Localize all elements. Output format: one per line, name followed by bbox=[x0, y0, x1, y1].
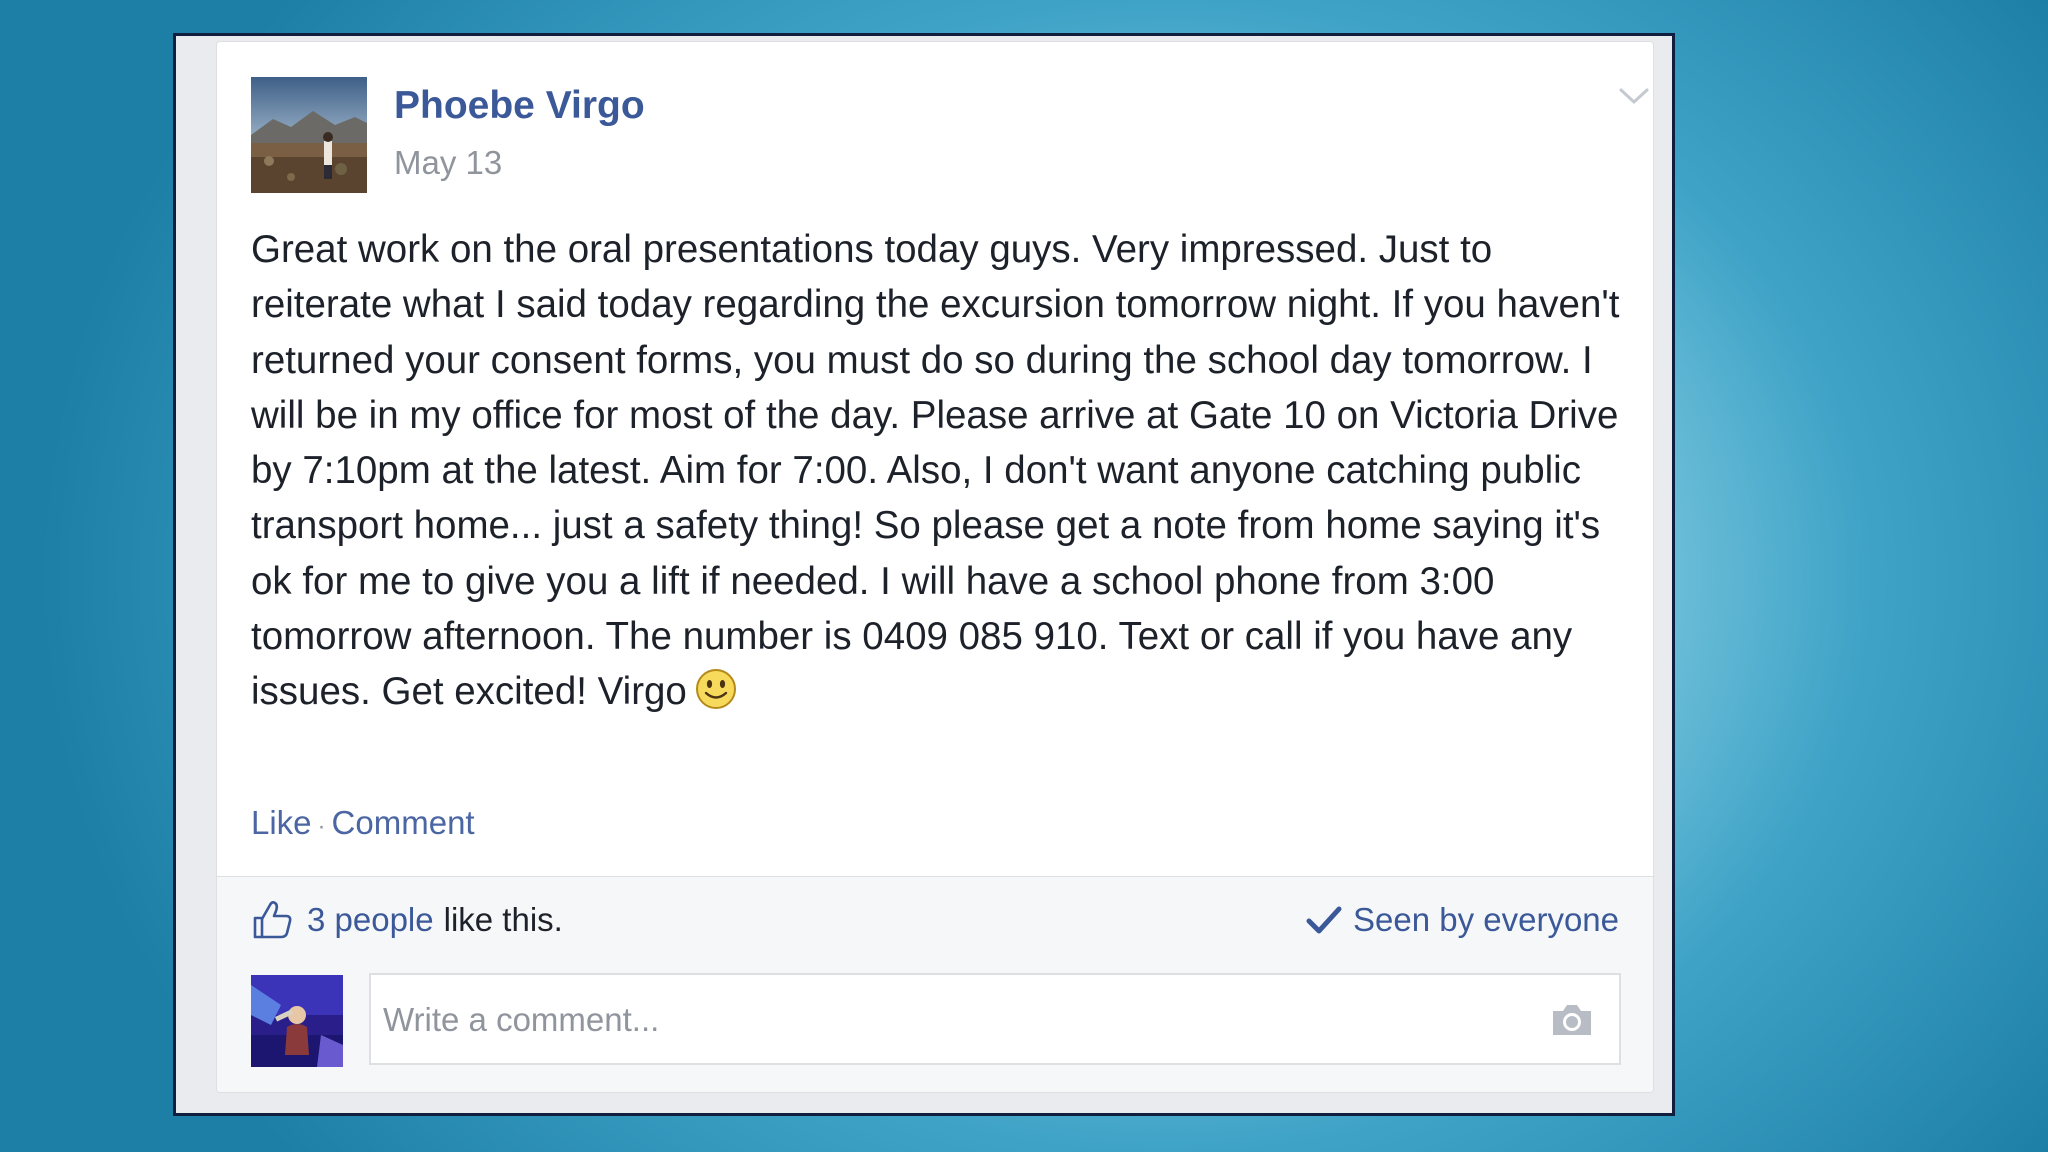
post-actions: Like · Comment bbox=[251, 804, 475, 842]
comment-box bbox=[369, 973, 1621, 1065]
action-separator: · bbox=[317, 813, 326, 840]
likes-suffix: like this. bbox=[443, 901, 563, 938]
comment-input[interactable] bbox=[381, 975, 1545, 1065]
facebook-post-card: Phoebe Virgo May 13 Great work on the or… bbox=[216, 41, 1654, 1093]
commenter-avatar[interactable] bbox=[251, 975, 343, 1067]
smiley-face-icon bbox=[695, 669, 736, 710]
chevron-down-icon[interactable] bbox=[1617, 84, 1651, 108]
audience-indicator[interactable]: Seen by everyone bbox=[1305, 895, 1619, 945]
post-body-text: Great work on the oral presentations tod… bbox=[251, 228, 1620, 714]
checkmark-icon bbox=[1306, 906, 1342, 934]
audience-label: Seen by everyone bbox=[1352, 901, 1619, 938]
likes-count-link[interactable]: 3 people bbox=[307, 901, 434, 939]
thumbs-up-icon bbox=[253, 901, 292, 939]
post-body: Great work on the oral presentations tod… bbox=[251, 222, 1641, 720]
comment-link[interactable]: Comment bbox=[332, 804, 475, 841]
post-author-name[interactable]: Phoebe Virgo bbox=[394, 84, 645, 128]
author-avatar[interactable] bbox=[251, 77, 367, 193]
post-footer: 3 people like this. Seen by everyone bbox=[217, 876, 1653, 1092]
screenshot-frame: Phoebe Virgo May 13 Great work on the or… bbox=[173, 33, 1675, 1116]
like-link[interactable]: Like bbox=[251, 804, 312, 841]
camera-icon[interactable] bbox=[1549, 999, 1595, 1039]
post-date[interactable]: May 13 bbox=[394, 144, 502, 182]
likes-summary: 3 people like this. bbox=[251, 895, 563, 945]
